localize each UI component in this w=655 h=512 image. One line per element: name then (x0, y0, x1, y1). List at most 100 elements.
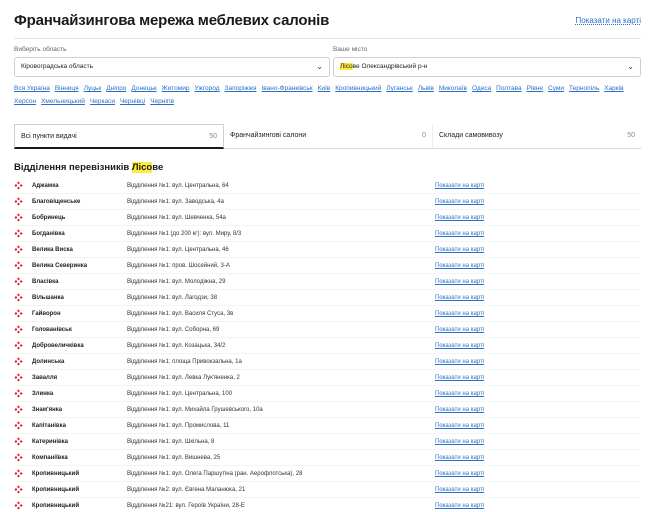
city-value-highlight: Лісо (340, 63, 353, 70)
branch-show-on-map-link[interactable]: Показати на карті (435, 418, 484, 434)
city-link[interactable]: Дніпро (106, 82, 126, 95)
carrier-logo-icon (14, 309, 23, 318)
branch-show-on-map-link[interactable]: Показати на карті (435, 450, 484, 466)
carrier-logo-icon (14, 421, 23, 430)
carrier-logo-icon (14, 261, 23, 270)
city-link[interactable]: Миколаїв (439, 82, 467, 95)
branch-address: Відділення №1: вул. Центральна, 46 (127, 247, 229, 253)
city-link[interactable]: Ужгород (195, 82, 220, 95)
carrier-logo-icon (14, 501, 23, 510)
branch-city: Велика Северинка (32, 263, 88, 269)
tab-franchise-salons[interactable]: Франчайзингові салони 0 (224, 124, 433, 149)
branch-address: Відділення №1: вул. Промислова, 11 (127, 423, 230, 429)
city-link[interactable]: Івано-Франківськ (261, 82, 312, 95)
tab-all-pickup-points[interactable]: Всі пункти видачі 50 (14, 124, 224, 149)
carrier-logo-icon (14, 245, 23, 254)
branch-show-on-map-link[interactable]: Показати на карті (435, 434, 484, 450)
section-title-prefix: Відділення перевізників (14, 162, 132, 173)
branch-show-on-map-link[interactable]: Показати на карті (435, 226, 484, 242)
tab-pickup-warehouses[interactable]: Склади самовивозу 50 (433, 124, 641, 149)
city-link[interactable]: Київ (318, 82, 331, 95)
branch-row: Злинка Відділення №1: вул. Центральна, 10… (14, 386, 641, 402)
branch-show-on-map-link[interactable]: Показати на карті (435, 178, 484, 194)
city-link[interactable]: Житомир (162, 82, 190, 95)
city-link[interactable]: Хмельницький (41, 95, 85, 108)
branch-show-on-map-link[interactable]: Показати на карті (435, 242, 484, 258)
city-link[interactable]: Луганськ (386, 82, 413, 95)
branch-show-on-map-link[interactable]: Показати на карті (435, 210, 484, 226)
branch-city: Знам'янка (32, 407, 63, 413)
branch-address: Відділення №1: вул. Шкільна, 8 (127, 439, 215, 445)
branch-city: Катеринівка (32, 439, 69, 445)
divider (14, 38, 641, 39)
carrier-logo-icon (14, 485, 23, 494)
branch-address: Відділення №1: вул. Михайла Грушевського… (127, 407, 263, 413)
branch-row: Бобринець Відділення №1: вул. Шевченка, 5… (14, 210, 641, 226)
branch-row: Богданівка Відділення №1 (до 200 кг): вул… (14, 226, 641, 242)
branch-show-on-map-link[interactable]: Показати на карті (435, 274, 484, 290)
carrier-logo-icon (14, 469, 23, 478)
branch-city: Вільшанка (32, 295, 64, 301)
branch-list: Аджамка Відділення №1: вул. Центральна, 6… (14, 178, 641, 512)
branch-show-on-map-link[interactable]: Показати на карті (435, 498, 484, 512)
city-link[interactable]: Донецьк (131, 82, 156, 95)
branch-address: Відділення №1: вул. Вишнева, 25 (127, 455, 221, 461)
branch-city: Добровеличківка (32, 343, 84, 349)
branch-city: Завалля (32, 375, 58, 381)
city-link[interactable]: Тернопіль (569, 82, 599, 95)
branch-show-on-map-link[interactable]: Показати на карті (435, 402, 484, 418)
branch-show-on-map-link[interactable]: Показати на карті (435, 354, 484, 370)
city-link[interactable]: Чернівці (120, 95, 145, 108)
region-select[interactable]: Кіровоградська область ⌄ (14, 57, 330, 77)
branch-address: Відділення №1: вул. Соборна, 69 (127, 327, 220, 333)
city-link[interactable]: Вінниця (55, 82, 79, 95)
branch-city: Голованівськ (32, 327, 72, 333)
branch-address: Відділення №1: вул. Василя Стуса, 3в (127, 311, 234, 317)
tab-count: 50 (209, 133, 217, 140)
carrier-logo-icon (14, 197, 23, 206)
branch-address: Відділення №1: вул. Олега Паршутіна (ран… (127, 471, 303, 477)
city-link[interactable]: Полтава (496, 82, 521, 95)
city-select[interactable]: Лісове Олександрівський р-н ⌄ (333, 57, 641, 77)
branch-row: Вільшанка Відділення №1: вул. Лагодзи, 38… (14, 290, 641, 306)
city-link[interactable]: Рівне (527, 82, 543, 95)
carrier-logo-icon (14, 277, 23, 286)
branch-row: Голованівськ Відділення №1: вул. Соборна,… (14, 322, 641, 338)
branch-show-on-map-link[interactable]: Показати на карті (435, 338, 484, 354)
tab-count: 50 (627, 132, 635, 139)
branch-show-on-map-link[interactable]: Показати на карті (435, 466, 484, 482)
tab-label: Всі пункти видачі (21, 133, 77, 140)
city-link[interactable]: Луцьк (84, 82, 102, 95)
branch-address: Відділення №1: пров. Шосейний, 3-А (127, 263, 230, 269)
city-link[interactable]: Запоріжжя (225, 82, 257, 95)
city-link[interactable]: Херсон (14, 95, 36, 108)
chevron-down-icon: ⌄ (627, 62, 634, 71)
branch-show-on-map-link[interactable]: Показати на карті (435, 306, 484, 322)
branch-show-on-map-link[interactable]: Показати на карті (435, 290, 484, 306)
branch-city: Компаніївка (32, 455, 68, 461)
city-link[interactable]: Суми (548, 82, 564, 95)
region-select-value: Кіровоградська область (21, 63, 93, 70)
city-link[interactable]: Одеса (472, 82, 491, 95)
city-link[interactable]: Черкаси (90, 95, 115, 108)
branch-show-on-map-link[interactable]: Показати на карті (435, 482, 484, 498)
branch-row: Завалля Відділення №1: вул. Левка Лук'яне… (14, 370, 641, 386)
city-link[interactable]: Кропивницький (335, 82, 381, 95)
carrier-logo-icon (14, 437, 23, 446)
branch-show-on-map-link[interactable]: Показати на карті (435, 258, 484, 274)
tabs: Всі пункти видачі 50 Франчайзингові сало… (14, 124, 641, 149)
show-on-map-link[interactable]: Показати на карті (576, 16, 641, 25)
branch-show-on-map-link[interactable]: Показати на карті (435, 194, 484, 210)
city-value-rest: ве Олександрівський р-н (352, 63, 428, 70)
branch-show-on-map-link[interactable]: Показати на карті (435, 386, 484, 402)
branch-address: Відділення №1: вул. Центральна, 100 (127, 391, 233, 397)
branch-show-on-map-link[interactable]: Показати на карті (435, 370, 484, 386)
city-link[interactable]: Вся Україна (14, 82, 50, 95)
city-link[interactable]: Чернігів (150, 95, 174, 108)
carrier-logo-icon (14, 325, 23, 334)
city-link[interactable]: Харків (604, 82, 623, 95)
branch-show-on-map-link[interactable]: Показати на карті (435, 322, 484, 338)
city-link[interactable]: Львів (418, 82, 434, 95)
tab-label: Франчайзингові салони (230, 132, 307, 139)
branch-row: Долинська Відділення №1: площа Привокзаль… (14, 354, 641, 370)
